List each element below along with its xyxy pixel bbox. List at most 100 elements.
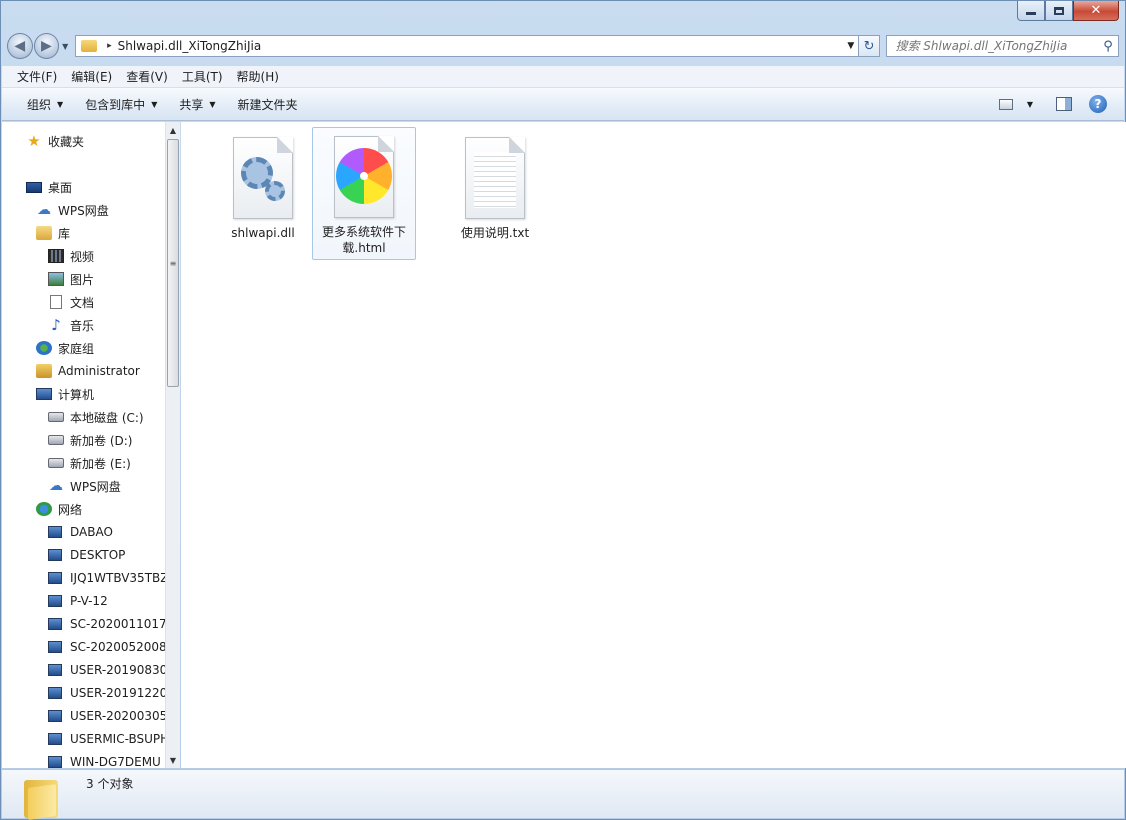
preview-pane-button[interactable] <box>1052 93 1076 115</box>
file-item[interactable]: shlwapi.dll <box>211 128 315 245</box>
nav-host[interactable]: USER-20200305I <box>48 705 165 727</box>
file-item-selected[interactable]: 更多系统软件下载.html <box>312 127 416 260</box>
nav-host[interactable]: SC-20200110174 <box>48 613 165 635</box>
status-bar: 3 个对象 <box>2 769 1124 820</box>
nav-label: 家庭组 <box>58 341 95 356</box>
address-dropdown-icon[interactable]: ▼ <box>844 41 858 51</box>
nav-label: 库 <box>58 226 71 241</box>
nav-host[interactable]: SC-20200520083 <box>48 636 165 658</box>
nav-drive-d[interactable]: 新加卷 (D:) <box>48 429 132 451</box>
views-icon <box>999 98 1013 110</box>
include-library-label: 包含到库中 <box>85 97 146 112</box>
file-name: shlwapi.dll <box>231 226 295 240</box>
minimize-button[interactable] <box>1017 1 1045 21</box>
nav-label: USER-20200305I <box>70 709 165 723</box>
new-folder-label: 新建文件夹 <box>237 97 298 112</box>
nav-label: USERMIC-BSUPH <box>70 732 165 746</box>
nav-scrollbar[interactable]: ▲ ≡ ▼ <box>165 122 180 768</box>
nav-documents[interactable]: 文档 <box>48 291 94 313</box>
menu-tools[interactable]: 工具(T) <box>175 68 230 85</box>
nav-label: 音乐 <box>70 318 95 333</box>
nav-label: USER-20190830I <box>70 663 165 677</box>
nav-host[interactable]: DESKTOP <box>48 544 125 566</box>
nav-favorites[interactable]: ★ 收藏夹 <box>26 130 84 152</box>
nav-pictures[interactable]: 图片 <box>48 268 94 290</box>
maximize-button[interactable] <box>1045 1 1073 21</box>
music-note-icon: ♪ <box>51 316 61 334</box>
nav-label: IJQ1WTBV35TBZ <box>70 571 165 585</box>
close-icon: ✕ <box>1090 3 1102 18</box>
text-lines <box>474 152 516 208</box>
nav-host[interactable]: WIN-DG7DEMU <box>48 751 161 768</box>
nav-label: SC-20200520083 <box>70 640 165 654</box>
pc-icon <box>48 641 62 653</box>
search-icon[interactable]: ⚲ <box>1098 39 1118 54</box>
file-item[interactable]: 使用说明.txt <box>443 128 547 245</box>
nav-network[interactable]: 网络 <box>36 498 82 520</box>
pc-icon <box>48 526 62 538</box>
menu-file[interactable]: 文件(F) <box>10 68 64 85</box>
change-view-button[interactable] <box>994 93 1018 115</box>
new-folder-button[interactable]: 新建文件夹 <box>227 91 309 117</box>
nav-host[interactable]: USER-20191220I <box>48 682 165 704</box>
text-file-icon <box>461 135 529 221</box>
nav-computer[interactable]: 计算机 <box>36 383 94 405</box>
chevron-down-icon: ▼ <box>57 99 64 109</box>
pc-icon <box>48 756 62 768</box>
search-input[interactable] <box>895 39 1098 53</box>
scrollbar-thumb[interactable]: ≡ <box>167 139 179 387</box>
menu-view[interactable]: 查看(V) <box>119 68 175 85</box>
user-folder-icon <box>36 364 52 378</box>
nav-wps-cloud-2[interactable]: ☁ WPS网盘 <box>48 475 121 497</box>
navigation-pane: ★ 收藏夹 桌面 ☁ WPS网盘 库 视频 图片 文档 ♪ 音乐 家庭组 Admini… <box>2 122 165 768</box>
pinwheel-icon <box>336 148 392 204</box>
search-box[interactable]: ⚲ <box>886 35 1119 57</box>
include-in-library-button[interactable]: 包含到库中 ▼ <box>74 91 168 117</box>
back-button[interactable]: ◀ <box>7 33 33 59</box>
help-button[interactable]: ? <box>1086 93 1110 115</box>
minimize-icon <box>1026 12 1036 15</box>
organize-button[interactable]: 组织 ▼ <box>16 91 74 117</box>
nav-videos[interactable]: 视频 <box>48 245 94 267</box>
nav-wps-cloud[interactable]: ☁ WPS网盘 <box>36 199 109 221</box>
nav-drive-e[interactable]: 新加卷 (E:) <box>48 452 131 474</box>
nav-host[interactable]: P-V-12 <box>48 590 108 612</box>
drive-icon <box>48 435 64 445</box>
network-icon <box>36 502 52 516</box>
nav-music[interactable]: ♪ 音乐 <box>48 314 94 336</box>
nav-library[interactable]: 库 <box>36 222 70 244</box>
nav-drive-c[interactable]: 本地磁盘 (C:) <box>48 406 144 428</box>
help-icon: ? <box>1089 95 1107 113</box>
refresh-button[interactable]: ↻ <box>858 35 881 57</box>
close-button[interactable]: ✕ <box>1073 1 1119 21</box>
nav-host[interactable]: USERMIC-BSUPH <box>48 728 165 750</box>
nav-label: 本地磁盘 (C:) <box>70 410 144 425</box>
menu-edit[interactable]: 编辑(E) <box>64 68 119 85</box>
nav-host[interactable]: DABAO <box>48 521 113 543</box>
address-row: ◀ ▶ ▼ ▸ Shlwapi.dll_XiTongZhiJia ▼ ↻ ⚲ <box>7 33 1119 59</box>
nav-host[interactable]: USER-20190830I <box>48 659 165 681</box>
nav-homegroup[interactable]: 家庭组 <box>36 337 94 359</box>
nav-label: WIN-DG7DEMU <box>70 755 161 768</box>
breadcrumb-separator-icon[interactable]: ▸ <box>107 41 112 51</box>
scroll-down-icon[interactable]: ▼ <box>166 752 180 768</box>
pc-icon <box>48 595 62 607</box>
recent-pages-dropdown[interactable]: ▼ <box>59 42 71 51</box>
item-count: 3 个对象 <box>86 777 134 791</box>
nav-user-folder[interactable]: Administrator <box>36 360 140 382</box>
menu-help[interactable]: 帮助(H) <box>230 68 286 85</box>
share-button[interactable]: 共享 ▼ <box>168 91 226 117</box>
nav-label: Administrator <box>58 364 140 378</box>
nav-label: P-V-12 <box>70 594 108 608</box>
address-bar[interactable]: ▸ Shlwapi.dll_XiTongZhiJia ▼ <box>75 35 859 57</box>
scroll-up-icon[interactable]: ▲ <box>166 122 180 138</box>
explorer-window: ✕ ◀ ▶ ▼ ▸ Shlwapi.dll_XiTongZhiJia ▼ ↻ ⚲… <box>0 0 1126 820</box>
chevron-down-icon: ▼ <box>1026 99 1034 109</box>
nav-label: 图片 <box>70 272 95 287</box>
star-icon: ★ <box>27 132 41 150</box>
nav-desktop[interactable]: 桌面 <box>26 176 72 198</box>
nav-host[interactable]: IJQ1WTBV35TBZ <box>48 567 165 589</box>
forward-button[interactable]: ▶ <box>33 33 60 59</box>
view-options-dropdown[interactable]: ▼ <box>1018 93 1042 115</box>
breadcrumb-current-folder[interactable]: Shlwapi.dll_XiTongZhiJia <box>118 39 844 53</box>
